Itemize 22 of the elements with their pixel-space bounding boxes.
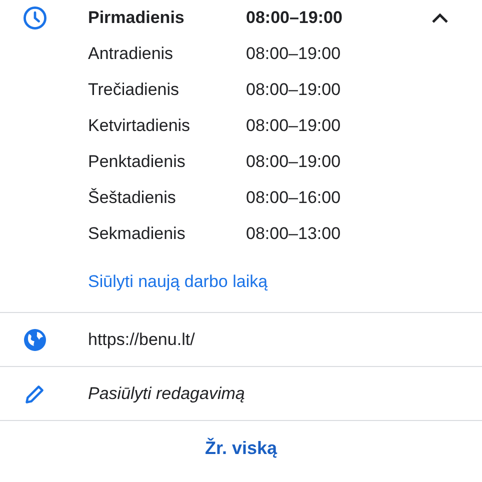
globe-icon	[23, 328, 47, 352]
hours-text: 08:00–19:00	[246, 115, 341, 138]
suggest-hours-link[interactable]: Siūlyti naują darbo laiką	[88, 269, 268, 295]
website-link[interactable]: https://benu.lt/	[88, 326, 195, 352]
pencil-icon	[24, 382, 46, 404]
hours-text: 08:00–19:00	[246, 151, 341, 174]
day-label: Šeštadienis	[88, 187, 177, 210]
suggest-edit-text[interactable]: Pasiūlyti redagavimą	[88, 380, 245, 406]
hours-text: 08:00–13:00	[246, 223, 341, 246]
chevron-icon	[430, 11, 450, 25]
day-label: Ketvirtadienis	[88, 115, 192, 138]
hours-text: 08:00–19:00	[246, 43, 341, 66]
day-label: Pirmadienis	[88, 7, 186, 30]
hours-text: 08:00–19:00	[246, 7, 342, 30]
clock-icon	[22, 5, 48, 31]
hours-text: 08:00–19:00	[246, 79, 341, 102]
day-label: Penktadienis	[88, 151, 186, 174]
hours-text: 08:00–16:00	[246, 187, 341, 210]
day-label: Trečiadienis	[88, 79, 180, 102]
see-all-link[interactable]: Žr. viską	[204, 435, 278, 462]
day-label: Sekmadienis	[88, 223, 186, 246]
day-label: Antradienis	[88, 43, 174, 66]
